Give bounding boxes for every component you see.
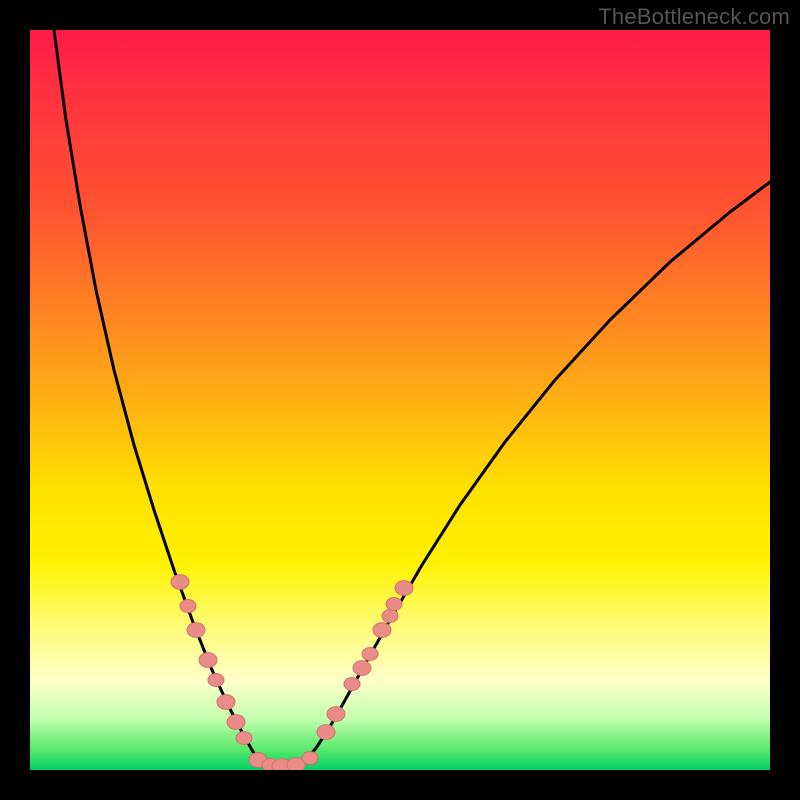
curve-path bbox=[54, 30, 770, 767]
data-marker bbox=[317, 725, 335, 740]
data-markers bbox=[171, 575, 413, 770]
chart-frame: TheBottleneck.com bbox=[0, 0, 800, 800]
data-marker bbox=[373, 623, 391, 638]
data-marker bbox=[327, 707, 345, 722]
data-marker bbox=[171, 575, 189, 590]
data-marker bbox=[217, 695, 235, 710]
data-marker bbox=[227, 715, 245, 730]
data-marker bbox=[236, 731, 252, 744]
plot-area bbox=[30, 30, 770, 770]
data-marker bbox=[187, 623, 205, 638]
data-marker bbox=[386, 597, 402, 610]
chart-svg bbox=[30, 30, 770, 770]
data-marker bbox=[302, 751, 318, 764]
data-marker bbox=[395, 581, 413, 596]
bottleneck-curve bbox=[54, 30, 770, 767]
attribution-label: TheBottleneck.com bbox=[598, 4, 790, 30]
data-marker bbox=[382, 609, 398, 622]
data-marker bbox=[180, 599, 196, 612]
data-marker bbox=[208, 673, 224, 686]
data-marker bbox=[362, 647, 378, 660]
data-marker bbox=[199, 653, 217, 668]
data-marker bbox=[353, 661, 371, 676]
data-marker bbox=[344, 677, 360, 690]
